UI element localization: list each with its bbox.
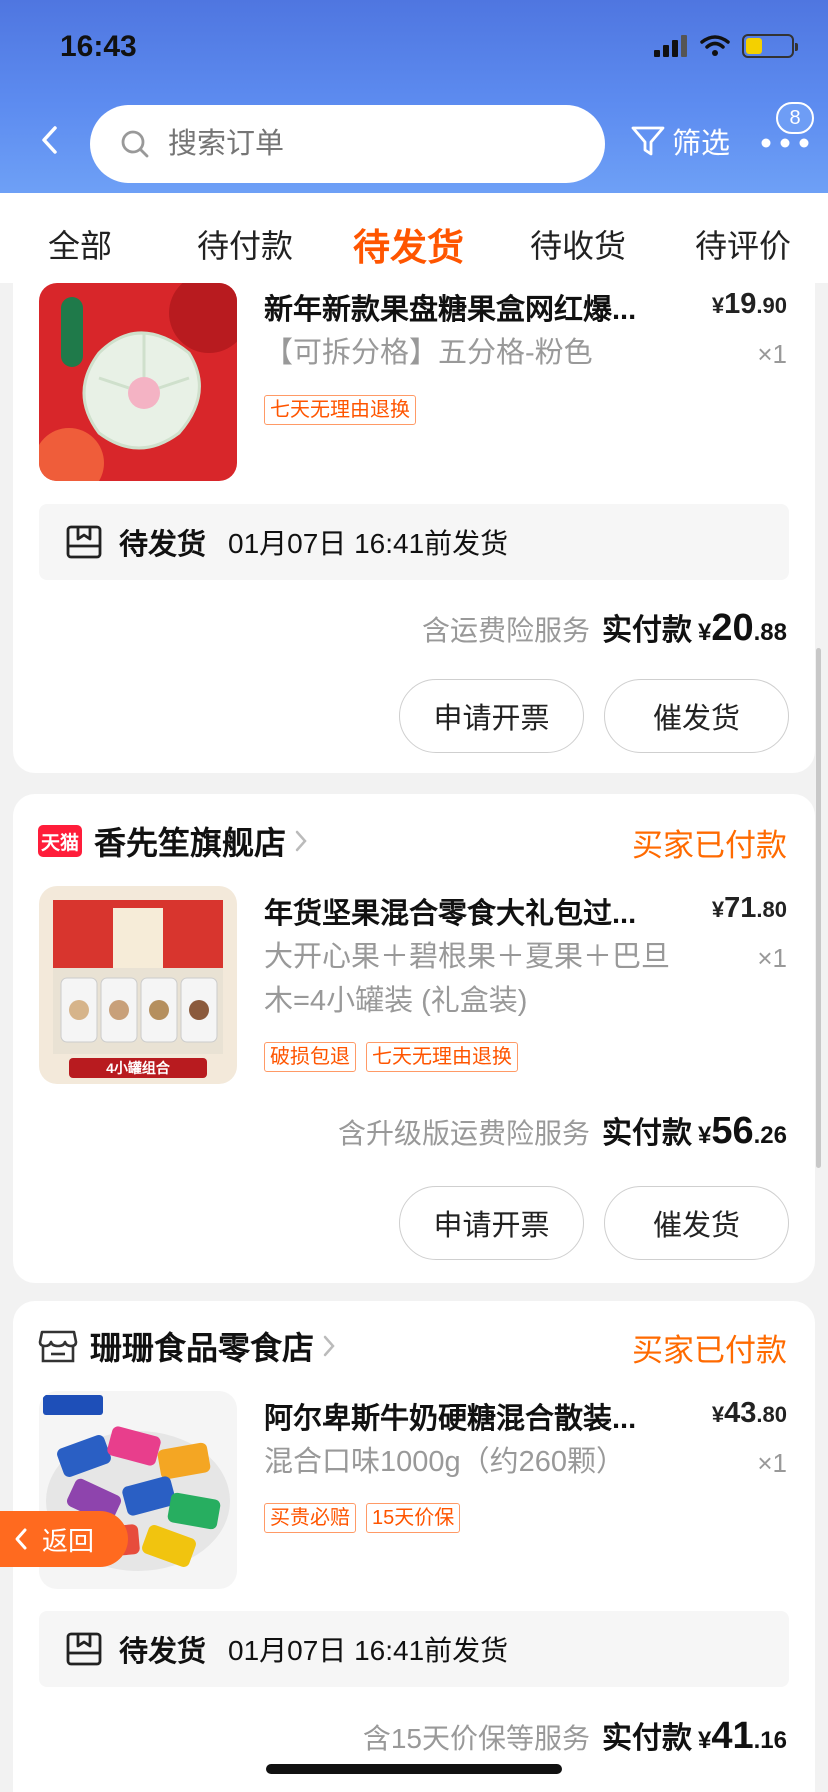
store-icon bbox=[38, 1330, 78, 1363]
ship-deadline: 01月07日 16:41前发货 bbox=[228, 1635, 509, 1666]
product-sku: 混合口味1000g（约260颗） bbox=[264, 1446, 626, 1478]
product-image[interactable] bbox=[39, 283, 237, 481]
order-tabs: 全部 待付款 待发货 待收货 待评价 bbox=[0, 193, 828, 283]
floating-back-label: 返回 bbox=[42, 1525, 95, 1556]
store-name[interactable]: 珊珊食品零食店 bbox=[90, 1323, 314, 1369]
product-title[interactable]: 年货坚果混合零食大礼包过... bbox=[264, 890, 684, 932]
order-card: 珊珊食品零食店 买家已付款 阿尔卑斯牛奶硬糖混合散装... ¥43.80 混合口… bbox=[13, 1301, 815, 1792]
search-icon bbox=[121, 130, 149, 158]
image-caption: 4小罐组合 bbox=[106, 1060, 170, 1076]
package-icon bbox=[66, 525, 102, 559]
service-note: 含15天价保等服务 bbox=[362, 1723, 590, 1754]
cellular-signal-icon bbox=[654, 35, 687, 57]
home-indicator[interactable] bbox=[266, 1764, 562, 1774]
total-amount: 20 bbox=[711, 607, 754, 649]
product-qty: ×1 bbox=[757, 943, 787, 973]
ship-status: 待发货 bbox=[119, 1636, 207, 1668]
order-card: 天猫 香先笙旗舰店 买家已付款 4小罐组合 年货坚果混合零食大礼包过... ¥7… bbox=[13, 794, 815, 1283]
urge-shipping-button[interactable]: 催发货 bbox=[604, 1186, 789, 1260]
tag-price-protection: 15天价保 bbox=[366, 1503, 461, 1533]
tab-pending-receipt[interactable]: 待收货 bbox=[530, 221, 626, 267]
service-tags: 破损包退 七天无理由退换 bbox=[264, 1042, 518, 1072]
request-invoice-button[interactable]: 申请开票 bbox=[399, 679, 584, 753]
floating-back-button[interactable]: 返回 bbox=[0, 1511, 128, 1567]
service-tags: 七天无理由退换 bbox=[264, 395, 416, 425]
wifi-icon bbox=[700, 35, 730, 56]
order-list[interactable]: 新年新款果盘糖果盒网红爆... ¥19.90 【可拆分格】五分格-粉色 ×1 七… bbox=[0, 283, 828, 1792]
total-amount: 41 bbox=[711, 1715, 754, 1757]
tab-pending-payment[interactable]: 待付款 bbox=[197, 221, 293, 267]
product-title[interactable]: 阿尔卑斯牛奶硬糖混合散装... bbox=[264, 1395, 684, 1437]
tmall-logo: 天猫 bbox=[38, 825, 82, 857]
tab-pending-shipment[interactable]: 待发货 bbox=[353, 217, 464, 271]
store-header[interactable]: 珊珊食品零食店 bbox=[38, 1323, 336, 1369]
product-price: ¥43.80 bbox=[711, 1397, 787, 1429]
package-icon bbox=[66, 1632, 102, 1666]
store-header[interactable]: 天猫 香先笙旗舰店 bbox=[38, 818, 308, 864]
tag-return: 七天无理由退换 bbox=[366, 1042, 518, 1072]
store-name[interactable]: 香先笙旗舰店 bbox=[94, 818, 286, 864]
chevron-right-icon bbox=[295, 830, 307, 852]
back-button[interactable] bbox=[30, 120, 70, 160]
ship-status: 待发货 bbox=[119, 529, 207, 561]
status-icons bbox=[654, 34, 798, 58]
tag-price-guarantee: 买贵必赔 bbox=[264, 1503, 356, 1533]
service-note: 含运费险服务 bbox=[421, 615, 590, 646]
chevron-right-icon bbox=[323, 1335, 335, 1357]
shipping-info[interactable]: 待发货 01月07日 16:41前发货 bbox=[39, 1611, 789, 1687]
filter-button[interactable]: 筛选 bbox=[630, 120, 730, 162]
tag-return: 七天无理由退换 bbox=[264, 395, 416, 425]
urge-shipping-button[interactable]: 催发货 bbox=[604, 679, 789, 753]
app-header: 16:43 筛选 bbox=[0, 0, 828, 193]
search-input[interactable] bbox=[168, 127, 548, 161]
product-price: ¥19.90 bbox=[711, 288, 787, 320]
service-note: 含升级版运费险服务 bbox=[337, 1118, 590, 1149]
tab-pending-review[interactable]: 待评价 bbox=[695, 221, 791, 267]
paid-label: 实付款 bbox=[601, 1722, 692, 1755]
product-sku: 大开心果＋碧根果＋夏果＋巴旦木=4小罐装 (礼盒装) bbox=[264, 941, 671, 1017]
paid-label: 实付款 bbox=[601, 1117, 692, 1150]
order-status: 买家已付款 bbox=[632, 828, 787, 863]
chevron-left-icon bbox=[42, 126, 57, 154]
product-price: ¥71.80 bbox=[711, 892, 787, 924]
order-status: 买家已付款 bbox=[632, 1333, 787, 1368]
filter-label: 筛选 bbox=[672, 128, 731, 160]
search-box[interactable] bbox=[90, 105, 605, 183]
total-amount: 56 bbox=[711, 1110, 754, 1152]
shipping-info[interactable]: 待发货 01月07日 16:41前发货 bbox=[39, 504, 789, 580]
service-tags: 买贵必赔 15天价保 bbox=[264, 1503, 461, 1533]
order-total: 含运费险服务 实付款 ¥20.88 bbox=[421, 607, 787, 649]
request-invoice-button[interactable]: 申请开票 bbox=[399, 1186, 584, 1260]
paid-label: 实付款 bbox=[601, 614, 692, 647]
ship-deadline: 01月07日 16:41前发货 bbox=[228, 528, 509, 559]
chevron-left-icon bbox=[15, 1528, 27, 1550]
tag-damage-refund: 破损包退 bbox=[264, 1042, 356, 1072]
product-title[interactable]: 新年新款果盘糖果盒网红爆... bbox=[264, 286, 684, 328]
order-card: 新年新款果盘糖果盒网红爆... ¥19.90 【可拆分格】五分格-粉色 ×1 七… bbox=[13, 283, 815, 773]
order-total: 含升级版运费险服务 实付款 ¥56.26 bbox=[337, 1110, 787, 1152]
product-sku: 【可拆分格】五分格-粉色 bbox=[264, 337, 593, 369]
scrollbar[interactable] bbox=[816, 648, 821, 1168]
product-qty: ×1 bbox=[757, 1448, 787, 1478]
product-image[interactable]: 4小罐组合 bbox=[39, 886, 237, 1084]
filter-icon bbox=[631, 126, 665, 156]
message-count-badge: 8 bbox=[776, 102, 814, 134]
battery-icon bbox=[742, 34, 798, 58]
tab-all[interactable]: 全部 bbox=[48, 221, 112, 267]
status-time: 16:43 bbox=[60, 30, 137, 63]
product-qty: ×1 bbox=[757, 339, 787, 369]
order-total: 含15天价保等服务 实付款 ¥41.16 bbox=[362, 1715, 787, 1757]
